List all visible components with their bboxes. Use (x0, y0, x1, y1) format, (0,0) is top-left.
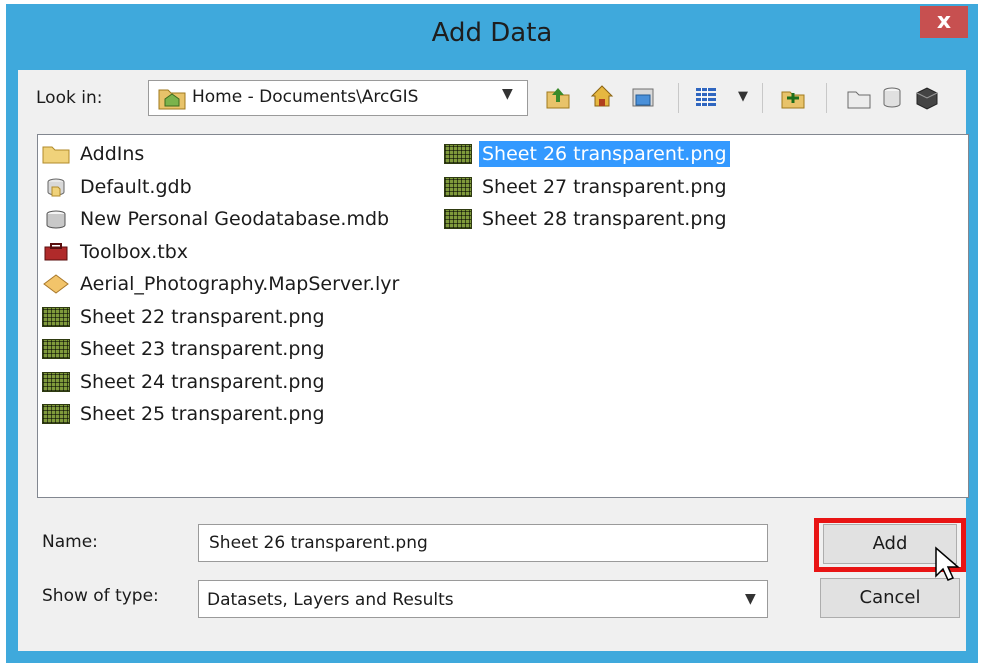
close-button[interactable]: x (920, 6, 968, 38)
new-file-geodatabase-icon[interactable] (880, 84, 906, 110)
dialog-title: Add Data (431, 18, 553, 48)
window-frame-left (6, 4, 18, 663)
folder-icon (42, 144, 70, 164)
layer-file-icon (42, 274, 70, 294)
file-list[interactable]: AddIns Default.gdb New Personal Geodatabas… (37, 134, 969, 498)
toolbar-separator (826, 83, 827, 113)
file-name: New Personal Geodatabase.mdb (80, 208, 390, 230)
raster-icon (42, 404, 70, 424)
window-frame-bottom (6, 651, 978, 663)
catalog-icon[interactable] (630, 84, 656, 110)
connect-folder-icon[interactable] (780, 84, 806, 110)
file-name: Sheet 25 transparent.png (80, 403, 325, 425)
mouse-cursor-icon (935, 546, 960, 581)
toolbar-separator (678, 83, 679, 113)
raster-icon (42, 306, 70, 327)
file-geodatabase-icon (42, 177, 70, 197)
type-label: Show of type: (42, 586, 159, 606)
file-name: Sheet 23 transparent.png (80, 338, 325, 360)
view-menu-chevron-icon[interactable]: ▼ (738, 89, 748, 104)
file-name: Sheet 26 transparent.png (479, 141, 730, 167)
view-list-icon[interactable] (693, 84, 719, 110)
name-field-value: Sheet 26 transparent.png (209, 533, 428, 553)
new-folder-icon[interactable] (846, 84, 872, 110)
name-label: Name: (42, 532, 98, 552)
toolbar-separator (762, 83, 763, 113)
file-name: Aerial_Photography.MapServer.lyr (80, 273, 400, 295)
file-name: Sheet 27 transparent.png (482, 175, 727, 198)
raster-icon (444, 176, 472, 197)
file-name: Sheet 22 transparent.png (80, 305, 325, 328)
lookin-label: Look in: (36, 88, 103, 108)
personal-geodatabase-icon (42, 209, 70, 229)
file-name: Sheet 24 transparent.png (80, 370, 325, 393)
type-dropdown[interactable]: Datasets, Layers and Results ▼ (198, 580, 768, 618)
name-field[interactable]: Sheet 26 transparent.png (198, 524, 768, 562)
raster-icon (444, 144, 472, 164)
raster-icon (42, 371, 70, 392)
home-icon[interactable] (589, 83, 615, 109)
type-dropdown-value: Datasets, Layers and Results (207, 590, 454, 610)
file-name: AddIns (80, 143, 145, 165)
file-name: Sheet 28 transparent.png (482, 208, 727, 230)
lookin-value: Home - Documents\ArcGIS (192, 87, 419, 107)
toolbox-icon[interactable] (914, 84, 940, 110)
toolbox-icon (42, 242, 70, 262)
home-folder-icon (158, 89, 186, 110)
file-name: Default.gdb (80, 175, 192, 198)
chevron-down-icon[interactable]: ▼ (502, 86, 513, 102)
chevron-down-icon[interactable]: ▼ (745, 591, 756, 607)
file-name: Toolbox.tbx (80, 240, 189, 263)
raster-icon (444, 209, 472, 229)
raster-icon (42, 339, 70, 359)
up-folder-icon[interactable] (545, 84, 571, 110)
